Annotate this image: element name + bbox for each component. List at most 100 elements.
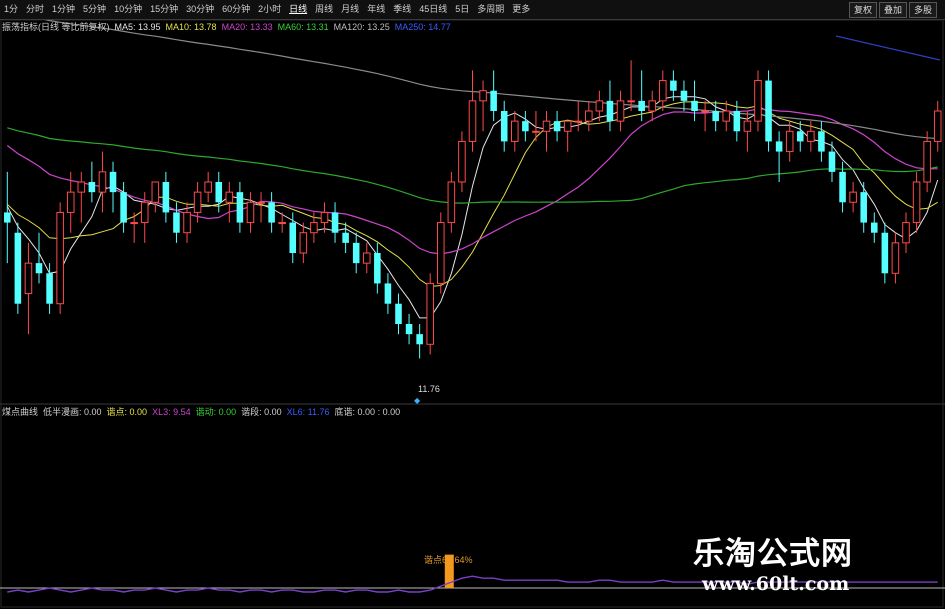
candlestick[interactable] — [77, 171, 86, 223]
candle-body — [35, 263, 43, 274]
toolbar-button[interactable]: 多股 — [908, 2, 937, 18]
candle-body — [807, 130, 815, 142]
toolbar-button[interactable]: 复权 — [848, 2, 877, 18]
period-tab[interactable]: 15分钟 — [146, 0, 182, 19]
candle-body — [193, 191, 202, 213]
candle-body — [754, 80, 762, 122]
candlestick[interactable] — [109, 161, 117, 213]
candlestick[interactable] — [342, 222, 349, 253]
candlestick[interactable] — [860, 182, 867, 233]
candlestick[interactable] — [447, 171, 456, 233]
candlestick[interactable] — [374, 242, 381, 294]
candlestick[interactable] — [246, 192, 255, 233]
candlestick[interactable] — [352, 232, 360, 274]
candlestick[interactable] — [151, 181, 160, 213]
candlestick[interactable] — [331, 202, 339, 243]
candlestick[interactable] — [46, 263, 53, 314]
candlestick[interactable] — [268, 192, 275, 233]
period-tab[interactable]: 10分钟 — [110, 0, 146, 19]
candlestick[interactable] — [563, 120, 572, 152]
candlestick[interactable] — [616, 90, 625, 132]
period-tab[interactable]: 季线 — [389, 0, 415, 19]
candlestick[interactable] — [891, 232, 900, 284]
candlestick[interactable] — [933, 100, 942, 152]
candlestick[interactable] — [437, 212, 445, 294]
candlestick[interactable] — [691, 80, 698, 122]
candlestick[interactable] — [818, 121, 825, 162]
period-tab[interactable]: 多周期 — [473, 0, 508, 19]
candlestick[interactable] — [225, 182, 234, 223]
candlestick[interactable] — [405, 313, 413, 345]
period-tab[interactable]: 1分 — [0, 0, 22, 19]
candlestick[interactable] — [289, 212, 297, 264]
candlestick[interactable] — [722, 100, 731, 132]
candlestick[interactable] — [98, 151, 107, 213]
candlestick[interactable] — [500, 100, 508, 152]
period-tab[interactable]: 2小时 — [254, 0, 285, 19]
toolbar-button[interactable]: 叠加 — [878, 2, 907, 18]
period-tab[interactable]: 月线 — [337, 0, 363, 19]
candlestick[interactable] — [701, 100, 709, 132]
candlestick[interactable] — [849, 182, 857, 213]
candlestick[interactable] — [585, 100, 593, 132]
candlestick[interactable] — [659, 70, 667, 111]
candlestick[interactable] — [416, 324, 423, 359]
period-tab[interactable]: 分时 — [22, 0, 48, 19]
period-tab[interactable]: 年线 — [363, 0, 389, 19]
candlestick[interactable] — [902, 212, 910, 253]
candlestick[interactable] — [162, 171, 170, 223]
candlestick[interactable] — [236, 182, 244, 233]
period-tab[interactable]: 更多 — [508, 0, 534, 19]
candlestick[interactable] — [320, 202, 329, 233]
candlestick[interactable] — [204, 171, 212, 203]
candlestick[interactable] — [490, 70, 497, 122]
period-tab[interactable]: 45日线 — [415, 0, 451, 19]
candlestick[interactable] — [24, 242, 33, 335]
candlestick[interactable] — [511, 111, 519, 152]
candlestick[interactable] — [553, 111, 561, 142]
candlestick[interactable] — [923, 131, 931, 193]
ma-legend-item: MA60: 13.31 — [277, 22, 329, 32]
candlestick[interactable] — [648, 90, 657, 122]
candlestick[interactable] — [680, 80, 688, 111]
period-tab[interactable]: 日线 — [285, 0, 311, 19]
candlestick[interactable] — [765, 70, 772, 152]
period-tab[interactable]: 5日 — [451, 0, 473, 19]
candlestick[interactable] — [627, 60, 635, 111]
candlestick[interactable] — [257, 192, 265, 223]
candlestick[interactable] — [796, 121, 804, 152]
candlestick[interactable] — [754, 70, 762, 132]
period-tab[interactable]: 30分钟 — [182, 0, 218, 19]
period-tab[interactable]: 60分钟 — [218, 0, 254, 19]
candlesticks[interactable] — [4, 60, 942, 359]
candlestick[interactable] — [4, 171, 11, 264]
period-tab[interactable]: 5分钟 — [79, 0, 110, 19]
candlestick[interactable] — [88, 161, 96, 203]
candlestick[interactable] — [743, 111, 752, 152]
candlestick[interactable] — [426, 273, 434, 355]
candlestick[interactable] — [670, 70, 677, 101]
candlestick[interactable] — [299, 222, 308, 264]
candlestick[interactable] — [56, 202, 64, 314]
candlestick[interactable] — [479, 80, 487, 132]
candlestick[interactable] — [395, 293, 402, 335]
candlestick[interactable] — [912, 171, 921, 233]
candlestick[interactable] — [468, 70, 477, 152]
candlestick[interactable] — [574, 100, 583, 132]
candlestick[interactable] — [606, 80, 614, 132]
candlestick[interactable] — [870, 212, 878, 243]
candlestick[interactable] — [532, 111, 540, 142]
candlestick[interactable] — [384, 273, 392, 314]
candlestick[interactable] — [120, 182, 127, 233]
candlestick[interactable] — [522, 111, 529, 142]
candlestick[interactable] — [458, 131, 466, 193]
period-tab[interactable]: 1分钟 — [48, 0, 79, 19]
candlestick[interactable] — [828, 141, 836, 182]
candlestick[interactable] — [785, 121, 794, 162]
candlestick[interactable] — [173, 202, 180, 243]
candlestick[interactable] — [881, 222, 889, 284]
candlestick[interactable] — [542, 111, 551, 152]
candlestick[interactable] — [14, 222, 22, 314]
candlestick[interactable] — [362, 242, 371, 274]
period-tab[interactable]: 周线 — [311, 0, 337, 19]
